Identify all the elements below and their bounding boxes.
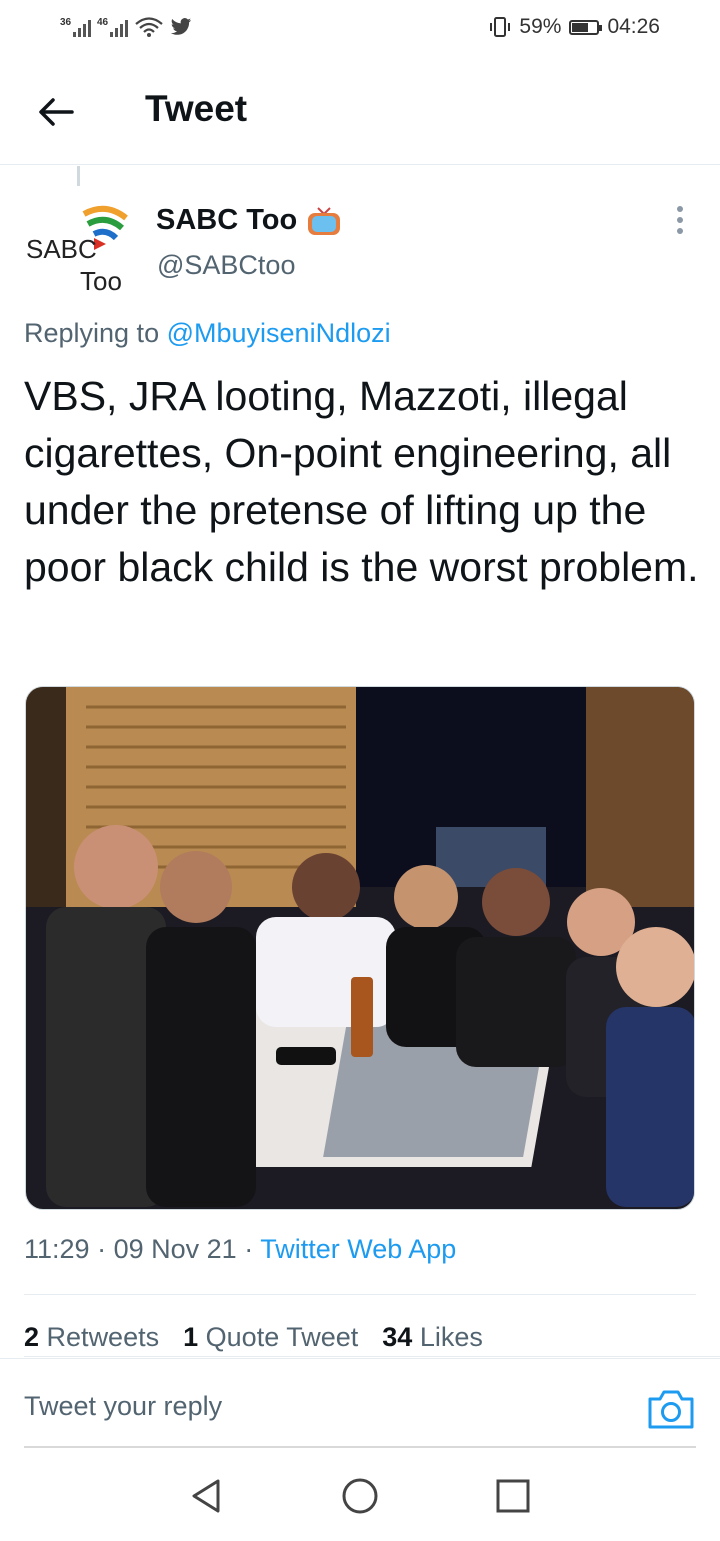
logo-text-top: SABC	[26, 234, 97, 264]
more-options-icon[interactable]	[670, 206, 690, 240]
tweet-meta: 11:29 · 09 Nov 21 · Twitter Web App	[24, 1234, 457, 1264]
battery-icon	[569, 19, 603, 35]
tweet-photo[interactable]	[25, 686, 695, 1210]
tweet-time: 11:29	[24, 1234, 90, 1264]
divider	[24, 1294, 696, 1295]
status-left: 36 46	[60, 12, 192, 42]
nav-home-icon[interactable]	[340, 1476, 380, 1516]
quote-tweets-stat[interactable]: 1 Quote Tweet	[183, 1322, 358, 1353]
signal-2-icon: 46	[97, 17, 128, 37]
television-emoji-icon	[308, 206, 341, 235]
twitter-notification-icon	[170, 18, 192, 35]
status-right: 59% 04:26	[489, 12, 660, 42]
back-arrow-icon[interactable]	[36, 92, 76, 132]
nav-recents-icon[interactable]	[493, 1476, 533, 1516]
system-navigation-bar	[0, 1450, 720, 1541]
battery-percent: 59%	[519, 15, 562, 38]
tweet-text: VBS, JRA looting, Mazzoti, illegal cigar…	[24, 373, 699, 590]
status-bar: 36 46 59% 04:26	[0, 0, 720, 56]
tweet-source-link[interactable]: Twitter Web App	[260, 1234, 456, 1264]
display-name-text: SABC Too	[156, 204, 298, 236]
vibrate-icon	[490, 17, 511, 37]
clock: 04:26	[607, 15, 660, 38]
avatar[interactable]: SABC Too	[24, 196, 134, 296]
reply-mention-link[interactable]: @MbuyiseniNdlozi	[167, 318, 391, 348]
retweets-stat[interactable]: 2 Retweets	[24, 1322, 159, 1353]
nav-back-icon[interactable]	[186, 1476, 226, 1516]
logo-text-bottom: Too	[80, 266, 122, 296]
display-name[interactable]: SABC Too	[156, 204, 341, 237]
likes-stat[interactable]: 34 Likes	[382, 1322, 483, 1353]
camera-icon[interactable]	[646, 1387, 696, 1431]
tweet-date: 09 Nov 21	[113, 1234, 237, 1264]
wifi-icon	[135, 17, 163, 37]
reply-bar	[0, 1358, 720, 1449]
reply-input[interactable]	[24, 1391, 584, 1422]
photo-image	[26, 687, 694, 1209]
user-handle[interactable]: @SABCtoo	[157, 250, 295, 281]
tweet-stats: 2 Retweets 1 Quote Tweet 34 Likes	[24, 1322, 483, 1353]
replying-prefix: Replying to	[24, 318, 160, 348]
page-title: Tweet	[145, 88, 248, 129]
replying-to: Replying to @MbuyiseniNdlozi	[24, 318, 391, 349]
thread-line	[77, 166, 80, 186]
divider	[24, 1446, 696, 1448]
signal-1-icon: 36	[60, 17, 91, 37]
divider	[24, 1356, 720, 1357]
app-header: Tweet	[0, 58, 720, 165]
